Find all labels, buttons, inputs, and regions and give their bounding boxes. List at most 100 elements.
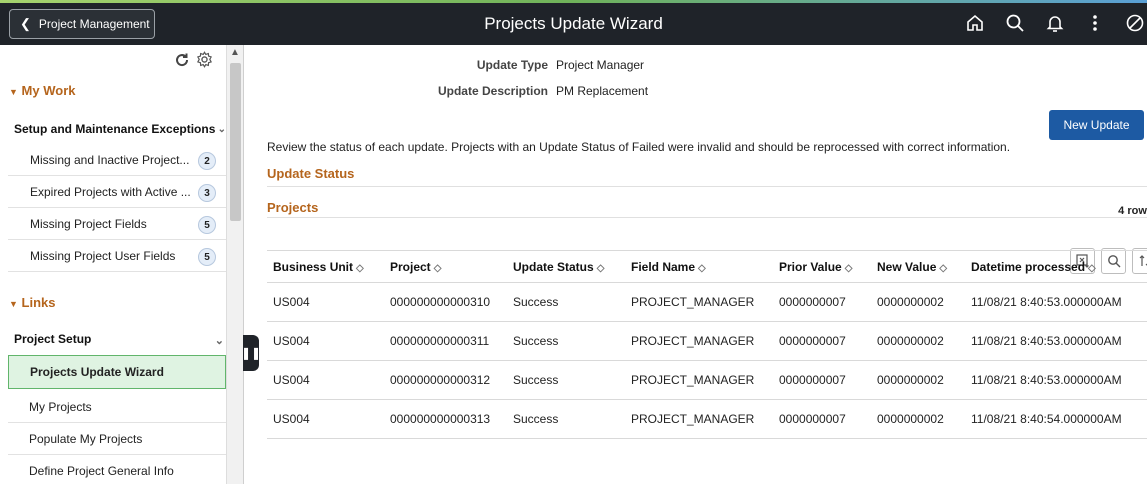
links-label: Links bbox=[21, 295, 56, 310]
sidebar-tools bbox=[174, 51, 213, 73]
column-header-update-status[interactable]: Update Status ◇ bbox=[507, 250, 625, 283]
bell-icon[interactable] bbox=[1043, 11, 1067, 35]
sidebar-item-populate-my-projects[interactable]: Populate My Projects bbox=[8, 423, 226, 455]
divider bbox=[267, 186, 1147, 187]
top-icons bbox=[963, 11, 1147, 35]
column-header-datetime-processed[interactable]: Datetime processed ◇ bbox=[965, 250, 1147, 283]
cell-update-status: Success bbox=[507, 360, 625, 400]
table-row[interactable]: US004 000000000000311 Success PROJECT_MA… bbox=[267, 321, 1147, 361]
cell-datetime-processed: 11/08/21 8:40:53.000000AM bbox=[965, 282, 1147, 322]
sort-icon: ◇ bbox=[433, 262, 442, 274]
cell-new-value: 0000000002 bbox=[871, 282, 965, 322]
update-description-value: PM Replacement bbox=[556, 84, 649, 98]
sidebar-item-define-project-general-info[interactable]: Define Project General Info bbox=[8, 455, 226, 487]
cell-update-status: Success bbox=[507, 282, 625, 322]
sort-icon: ◇ bbox=[939, 262, 948, 274]
search-icon[interactable] bbox=[1003, 11, 1027, 35]
cell-new-value: 0000000002 bbox=[871, 360, 965, 400]
sidebar: ▼ My Work Setup and Maintenance Exceptio… bbox=[0, 45, 244, 484]
sidebar-item-label: Projects Update Wizard bbox=[30, 365, 164, 379]
cell-project: 000000000000312 bbox=[384, 360, 507, 400]
sort-icon: ◇ bbox=[844, 262, 853, 274]
caret-down-icon: ▼ bbox=[9, 299, 18, 309]
cell-business-unit: US004 bbox=[267, 321, 384, 361]
main-content: Update Type Project Manager Update Descri… bbox=[244, 45, 1147, 484]
sidebar-item-missing-inactive[interactable]: Missing and Inactive Project... 2 bbox=[8, 144, 226, 176]
sidebar-item-label: Populate My Projects bbox=[29, 431, 143, 446]
sidebar-item-label: Missing Project User Fields bbox=[30, 248, 176, 263]
column-header-new-value[interactable]: New Value ◇ bbox=[871, 250, 965, 283]
update-type-label: Update Type bbox=[476, 58, 548, 72]
refresh-icon[interactable] bbox=[174, 52, 190, 73]
review-instructions: Review the status of each update. Projec… bbox=[267, 140, 1011, 154]
scroll-up-icon[interactable]: ▲ bbox=[230, 47, 240, 58]
navbar-icon[interactable] bbox=[1123, 11, 1147, 35]
sort-icon: ◇ bbox=[698, 262, 706, 274]
back-button-label: Project Management bbox=[38, 17, 150, 31]
cell-business-unit: US004 bbox=[267, 399, 384, 439]
count-badge: 5 bbox=[198, 216, 216, 234]
cell-new-value: 0000000002 bbox=[871, 321, 965, 361]
table-row[interactable]: US004 000000000000312 Success PROJECT_MA… bbox=[267, 360, 1147, 400]
table-header-row: Business Unit ◇ Project ◇ Update Status ◇ F… bbox=[267, 250, 1147, 283]
cell-prior-value: 0000000007 bbox=[773, 321, 871, 361]
sidebar-item-my-projects[interactable]: My Projects bbox=[8, 391, 226, 423]
cell-prior-value: 0000000007 bbox=[773, 282, 871, 322]
update-type-value: Project Manager bbox=[556, 58, 645, 72]
chevron-left-icon: ❮ bbox=[20, 16, 31, 31]
column-header-project[interactable]: Project ◇ bbox=[384, 250, 507, 283]
projects-table: Business Unit ◇ Project ◇ Update Status ◇ F… bbox=[267, 250, 1147, 439]
sidebar-item-expired-projects[interactable]: Expired Projects with Active ... 3 bbox=[8, 176, 226, 208]
table-row[interactable]: US004 000000000000310 Success PROJECT_MA… bbox=[267, 282, 1147, 322]
home-icon[interactable] bbox=[963, 11, 987, 35]
sidebar-scrollbar[interactable]: ▲ bbox=[226, 45, 243, 484]
sidebar-item-label: Missing Project Fields bbox=[30, 216, 147, 231]
project-setup-label: Project Setup bbox=[14, 332, 92, 346]
exceptions-group-header[interactable]: Setup and Maintenance Exceptions ⌄ bbox=[14, 122, 226, 136]
sidebar-item-label: Missing and Inactive Project... bbox=[30, 152, 190, 167]
sort-icon: ◇ bbox=[356, 262, 364, 274]
column-label: Business Unit bbox=[273, 259, 354, 274]
projects-heading: Projects bbox=[267, 200, 319, 215]
exceptions-group-label: Setup and Maintenance Exceptions bbox=[14, 122, 216, 136]
sidebar-item-label: Expired Projects with Active ... bbox=[30, 184, 191, 199]
more-actions-icon[interactable] bbox=[1083, 11, 1107, 35]
cell-datetime-processed: 11/08/21 8:40:54.000000AM bbox=[965, 399, 1147, 439]
project-setup-group-header[interactable]: Project Setup ⌄ bbox=[14, 332, 224, 347]
sidebar-item-label: Define Project General Info bbox=[29, 464, 174, 478]
chevron-down-icon: ⌄ bbox=[217, 124, 226, 135]
cell-datetime-processed: 11/08/21 8:40:53.000000AM bbox=[965, 321, 1147, 361]
cell-update-status: Success bbox=[507, 321, 625, 361]
column-label: Prior Value bbox=[779, 259, 842, 274]
sort-icon: ◇ bbox=[596, 262, 605, 274]
back-button[interactable]: ❮ Project Management bbox=[9, 9, 155, 39]
update-description-label: Update Description bbox=[437, 84, 548, 98]
gear-icon[interactable] bbox=[196, 51, 213, 73]
caret-down-icon: ▼ bbox=[9, 87, 18, 97]
sidebar-item-missing-fields[interactable]: Missing Project Fields 5 bbox=[8, 208, 226, 240]
cell-update-status: Success bbox=[507, 399, 625, 439]
my-work-section[interactable]: ▼ My Work bbox=[9, 83, 75, 98]
divider bbox=[267, 217, 1147, 218]
sidebar-item-missing-user-fields[interactable]: Missing Project User Fields 5 bbox=[8, 240, 226, 272]
cell-project: 000000000000313 bbox=[384, 399, 507, 439]
column-header-prior-value[interactable]: Prior Value ◇ bbox=[773, 250, 871, 283]
column-label: Datetime processed bbox=[971, 259, 1086, 274]
cell-prior-value: 0000000007 bbox=[773, 360, 871, 400]
column-label: Field Name bbox=[631, 259, 696, 274]
cell-project: 000000000000310 bbox=[384, 282, 507, 322]
table-row[interactable]: US004 000000000000313 Success PROJECT_MA… bbox=[267, 399, 1147, 439]
scrollbar-thumb[interactable] bbox=[230, 63, 241, 221]
links-section[interactable]: ▼ Links bbox=[9, 295, 56, 310]
cell-new-value: 0000000002 bbox=[871, 399, 965, 439]
new-update-button[interactable]: New Update bbox=[1049, 110, 1144, 140]
column-label: Project bbox=[390, 259, 431, 274]
sidebar-item-projects-update-wizard[interactable]: Projects Update Wizard bbox=[8, 355, 226, 389]
row-count: 4 rows bbox=[1118, 205, 1147, 217]
count-badge: 3 bbox=[198, 184, 216, 202]
count-badge: 2 bbox=[198, 152, 216, 170]
chevron-down-icon: ⌄ bbox=[214, 335, 224, 347]
column-header-field-name[interactable]: Field Name ◇ bbox=[625, 250, 773, 283]
sort-icon: ◇ bbox=[1088, 262, 1096, 274]
column-header-business-unit[interactable]: Business Unit ◇ bbox=[267, 250, 384, 283]
